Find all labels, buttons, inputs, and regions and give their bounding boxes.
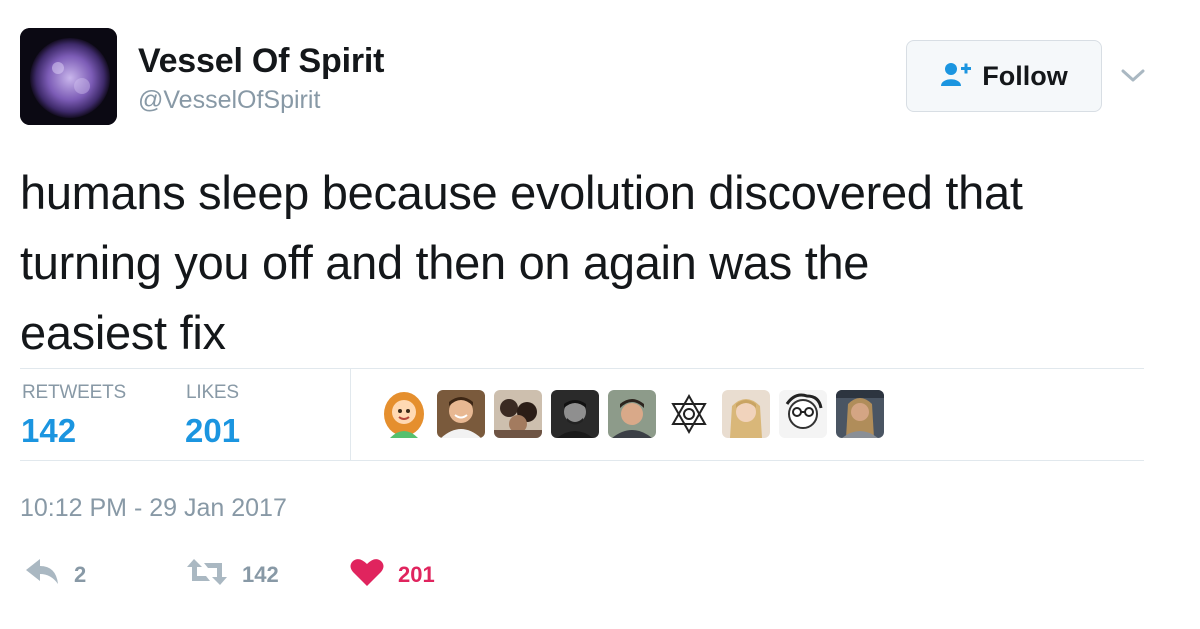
liker-avatar[interactable] — [779, 390, 827, 438]
retweet-button[interactable]: 142 — [186, 557, 279, 592]
divider — [20, 460, 1144, 461]
reply-count: 2 — [74, 561, 87, 587]
likes-count[interactable]: 201 — [185, 412, 240, 450]
liker-avatar[interactable] — [836, 390, 884, 438]
add-user-icon — [940, 61, 972, 92]
reply-icon — [24, 557, 60, 592]
liker-avatar[interactable] — [665, 390, 713, 438]
chevron-down-icon[interactable] — [1118, 62, 1148, 88]
reply-button[interactable]: 2 — [24, 557, 86, 592]
tweet-line: humans sleep because evolution discovere… — [20, 166, 1023, 219]
liker-avatar[interactable] — [608, 390, 656, 438]
divider — [20, 368, 1144, 369]
retweet-count: 142 — [242, 561, 279, 587]
stats-divider — [350, 369, 351, 461]
liker-avatars — [380, 390, 884, 438]
retweets-count[interactable]: 142 — [21, 412, 76, 450]
user-name[interactable]: Vessel Of Spirit — [138, 42, 384, 81]
user-handle[interactable]: @VesselOfSpirit — [138, 86, 320, 115]
likes-label: LIKES — [186, 382, 239, 403]
liker-avatar[interactable] — [494, 390, 542, 438]
liker-avatar[interactable] — [722, 390, 770, 438]
retweet-icon — [186, 557, 228, 592]
liker-avatar[interactable] — [380, 390, 428, 438]
heart-icon — [350, 557, 384, 592]
tweet-line: turning you off and then on again was th… — [20, 236, 870, 289]
follow-button[interactable]: Follow — [906, 40, 1102, 112]
like-count: 201 — [398, 561, 435, 587]
follow-button-label: Follow — [982, 60, 1068, 91]
retweets-label: RETWEETS — [22, 382, 126, 403]
like-button[interactable]: 201 — [350, 557, 435, 592]
liker-avatar[interactable] — [437, 390, 485, 438]
tweet-timestamp[interactable]: 10:12 PM - 29 Jan 2017 — [20, 494, 287, 523]
tweet-text: humans sleep because evolution discovere… — [20, 158, 1170, 368]
liker-avatar[interactable] — [551, 390, 599, 438]
user-avatar[interactable] — [20, 28, 117, 125]
tweet-line: easiest fix — [20, 306, 226, 359]
